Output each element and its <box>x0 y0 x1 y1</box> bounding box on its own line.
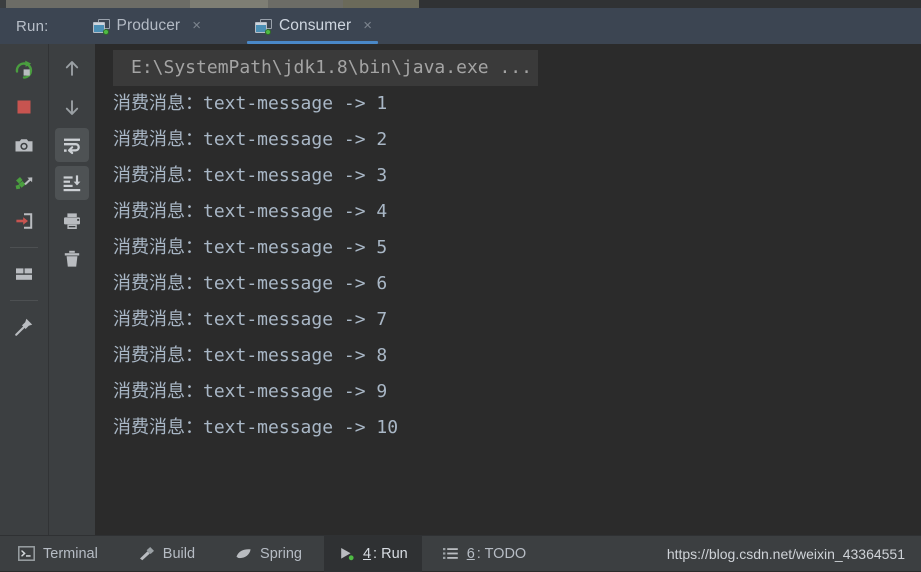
close-icon[interactable]: × <box>361 18 374 35</box>
top-strip-segment <box>343 0 419 8</box>
console-line: 消费消息：text-message -> 3 <box>113 165 388 186</box>
toolbar-divider <box>10 247 38 248</box>
pin-icon[interactable] <box>7 310 41 344</box>
hammer-icon <box>139 547 154 561</box>
toolbar-divider <box>10 300 38 301</box>
tab-label: Producer <box>116 17 181 34</box>
status-item-terminal[interactable]: Terminal <box>0 536 112 572</box>
trash-icon[interactable] <box>55 242 89 276</box>
status-item-label: : TODO <box>476 545 527 562</box>
console-line: 消费消息：text-message -> 5 <box>113 237 388 258</box>
console-line: 消费消息：text-message -> 7 <box>113 309 388 330</box>
top-strip-segment <box>419 0 921 8</box>
console-output[interactable]: E:\SystemPath\jdk1.8\bin\java.exe ... 消费… <box>95 44 921 535</box>
status-item-build[interactable]: Build <box>124 536 209 572</box>
console-line: 消费消息：text-message -> 4 <box>113 201 388 222</box>
run-toolbar-secondary <box>48 44 95 535</box>
run-tool-window: Run: Producer × Consumer × E:\SystemPath… <box>0 0 921 572</box>
soft-wrap-icon[interactable] <box>55 128 89 162</box>
console-lines: E:\SystemPath\jdk1.8\bin\java.exe ... 消费… <box>95 44 921 446</box>
status-item-label: Terminal <box>43 545 98 562</box>
console-line: 消费消息：text-message -> 9 <box>113 381 388 402</box>
top-strip-segment <box>268 0 343 8</box>
console-line: 消费消息：text-message -> 8 <box>113 345 388 366</box>
console-line: 消费消息：text-message -> 1 <box>113 93 388 114</box>
arrow-down-icon[interactable] <box>55 90 89 124</box>
run-toolbar-primary <box>0 44 48 535</box>
window-icon <box>92 18 110 35</box>
export-icon[interactable] <box>7 204 41 238</box>
camera-icon[interactable] <box>7 128 41 162</box>
run-label: Run: <box>16 17 49 35</box>
watermark-url: https://blog.csdn.net/weixin_43364551 <box>666 545 905 562</box>
status-item-label: Spring <box>260 545 302 562</box>
top-strip-segment <box>6 0 190 8</box>
stop-icon[interactable] <box>7 90 41 124</box>
arrow-up-icon[interactable] <box>55 52 89 86</box>
status-item-label: Build <box>162 545 196 562</box>
list-icon <box>442 548 458 559</box>
console-line: 消费消息：text-message -> 10 <box>113 417 399 438</box>
console-command-wrapper: E:\SystemPath\jdk1.8\bin\java.exe ... <box>95 50 921 86</box>
top-strip <box>0 0 921 8</box>
leaf-icon <box>236 549 251 559</box>
rerun-icon[interactable] <box>7 52 41 86</box>
play-icon <box>341 548 354 561</box>
layout-icon[interactable] <box>7 257 41 291</box>
status-item-mnemonic: 4 <box>362 545 372 562</box>
status-item-run[interactable]: 4 : Run <box>323 535 422 572</box>
console-command-line: E:\SystemPath\jdk1.8\bin\java.exe ... <box>113 50 538 86</box>
top-strip-segment <box>190 0 268 8</box>
tab-producer[interactable]: Producer × <box>79 8 213 44</box>
print-icon[interactable] <box>55 204 89 238</box>
run-header: Run: Producer × Consumer × <box>0 8 921 44</box>
window-icon <box>254 18 272 35</box>
status-item-todo[interactable]: 6 : TODO <box>428 536 541 572</box>
status-item-label: : Run <box>373 545 408 562</box>
console-line: 消费消息：text-message -> 6 <box>113 273 388 294</box>
console-line: 消费消息：text-message -> 2 <box>113 129 388 150</box>
status-item-spring[interactable]: Spring <box>221 536 316 572</box>
tab-consumer[interactable]: Consumer × <box>241 8 384 44</box>
scroll-to-end-icon[interactable] <box>55 166 89 200</box>
thread-dump-icon[interactable] <box>7 166 41 200</box>
tab-label: Consumer <box>278 17 352 34</box>
terminal-icon <box>18 546 35 561</box>
close-icon[interactable]: × <box>190 18 203 35</box>
status-bar: Terminal Build Spring 4 : Run 6: TODO h… <box>0 535 921 572</box>
status-item-mnemonic: 6 <box>466 545 475 562</box>
